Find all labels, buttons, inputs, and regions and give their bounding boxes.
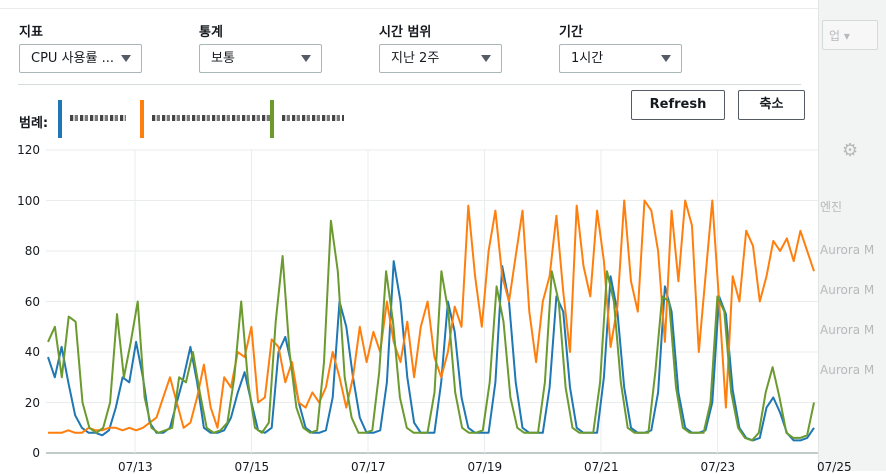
background-cell: Aurora M <box>820 283 875 297</box>
metrics-panel: 지표 CPU 사용률 ... 통계 보통 시간 범위 지난 2주 기간 1시간 … <box>0 0 852 474</box>
series-line-2 <box>48 199 815 434</box>
background-page <box>818 0 886 471</box>
background-cell: Aurora M <box>820 363 875 377</box>
background-cell: Aurora M <box>820 243 875 257</box>
gear-icon: ⚙ <box>842 140 859 161</box>
x-tick-label: 07/25 <box>817 460 852 474</box>
background-action-button: 업 ▾ <box>822 20 878 50</box>
background-cell: Aurora M <box>820 323 875 337</box>
background-column-header: 엔진 <box>820 200 843 214</box>
cpu-utilization-chart <box>46 149 818 454</box>
